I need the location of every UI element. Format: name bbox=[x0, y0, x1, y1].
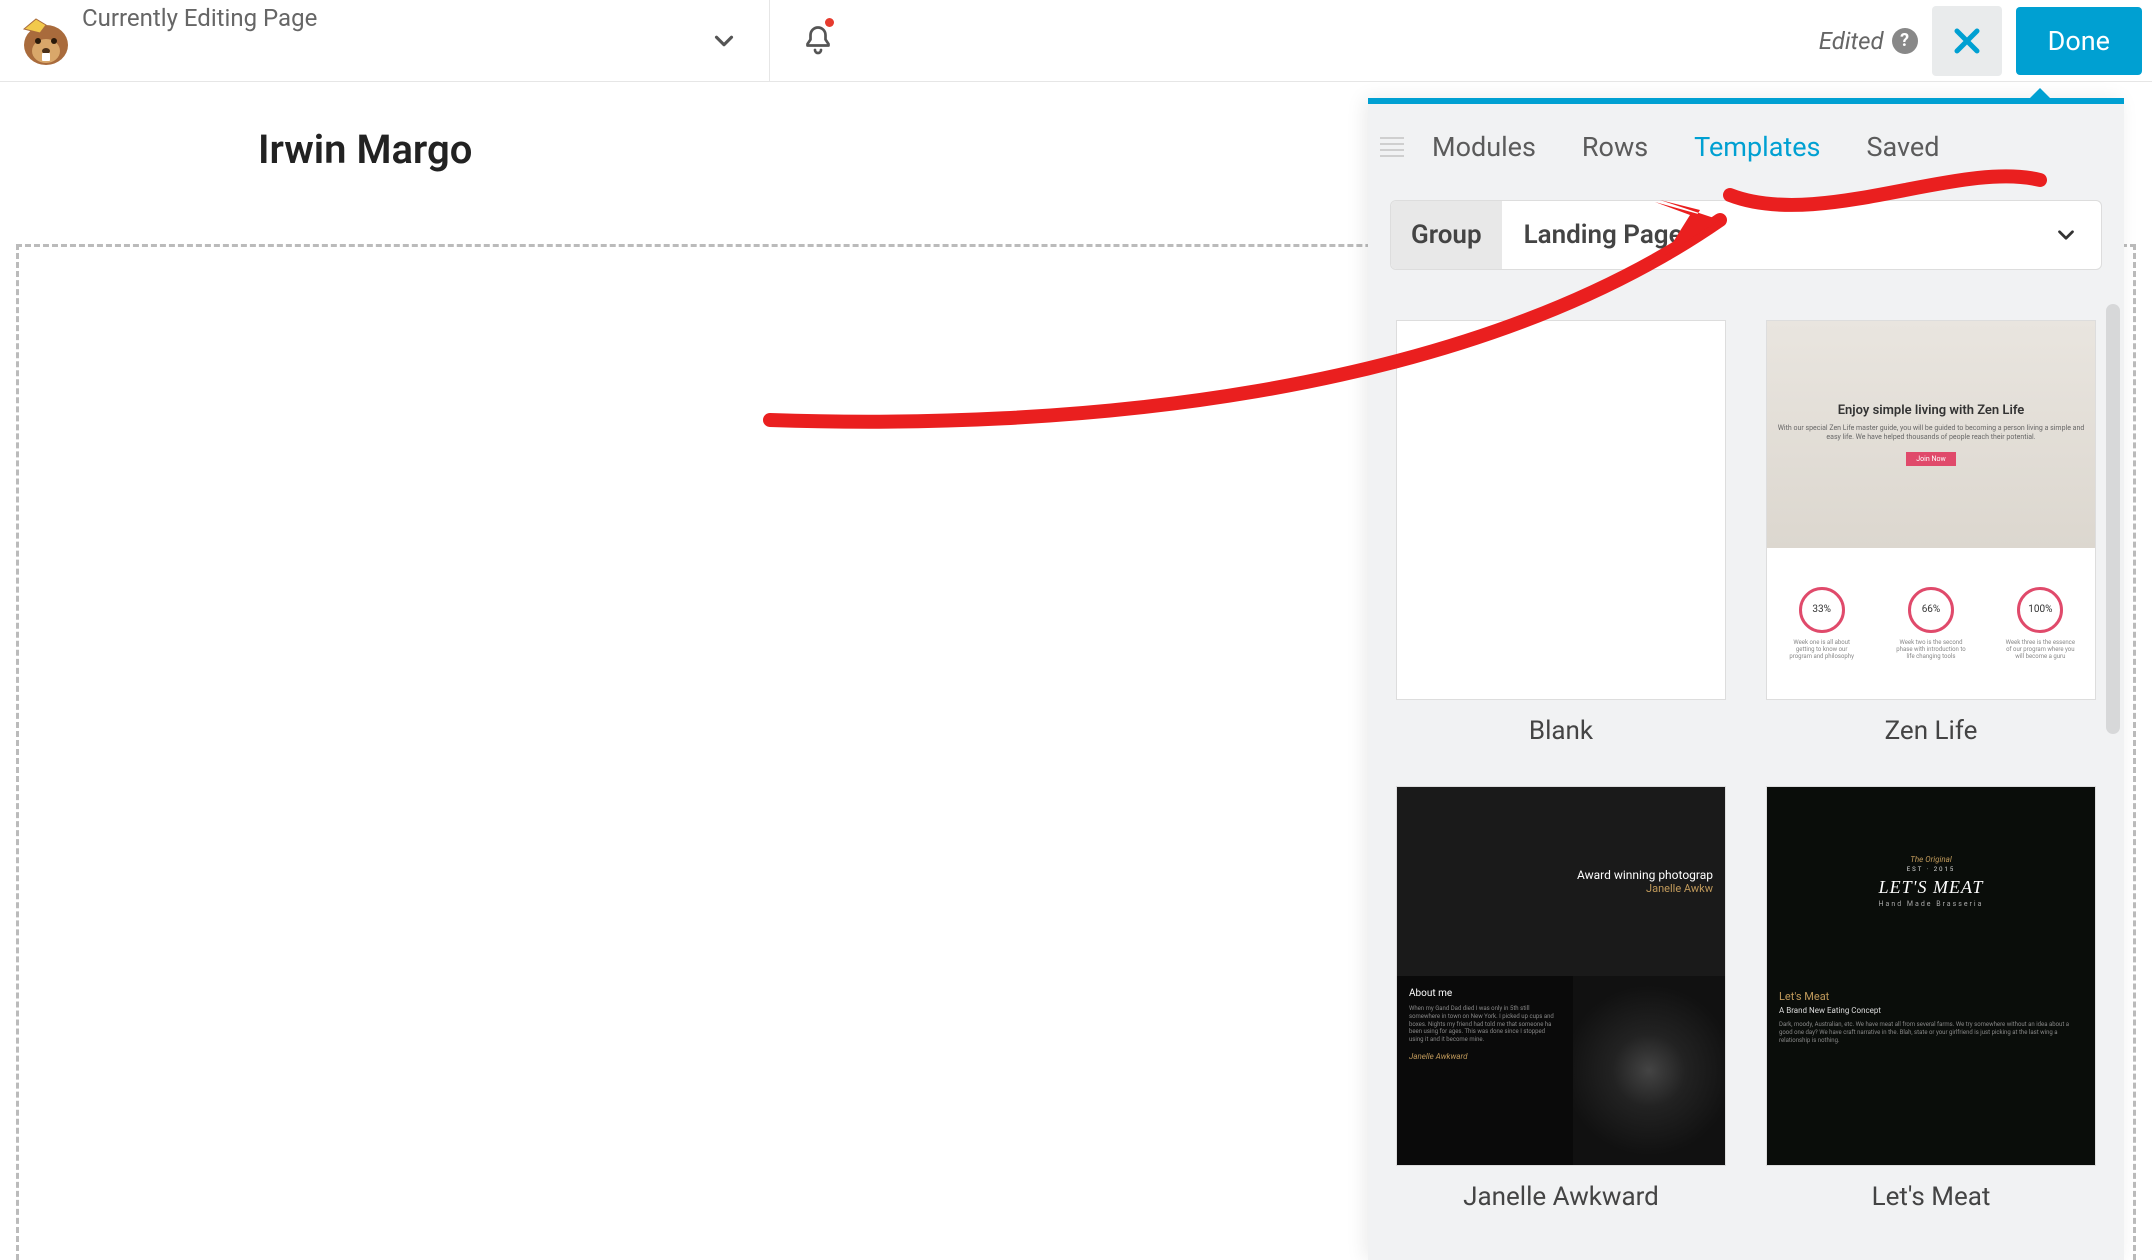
group-label: Group bbox=[1391, 201, 1502, 269]
tab-rows[interactable]: Rows bbox=[1582, 131, 1648, 163]
close-button[interactable] bbox=[1932, 6, 2002, 76]
beaver-logo-icon bbox=[16, 11, 76, 71]
zen-c3: 100% bbox=[2017, 587, 2063, 633]
camera-image-icon bbox=[1573, 976, 1725, 1165]
tab-modules[interactable]: Modules bbox=[1432, 131, 1536, 163]
meat-sub: A Brand New Eating Concept bbox=[1779, 1006, 2083, 1015]
topbar-right: Edited ? Done bbox=[1819, 6, 2142, 76]
template-thumb: The Original EST · 2015 LET'S MEAT Hand … bbox=[1766, 786, 2096, 1166]
templates-grid: Blank Enjoy simple living with Zen Life … bbox=[1396, 320, 2096, 1212]
jan-line1: Award winning photograp bbox=[1577, 868, 1713, 882]
template-name: Zen Life bbox=[1766, 716, 2096, 746]
template-name: Blank bbox=[1396, 716, 1726, 746]
template-thumb bbox=[1396, 320, 1726, 700]
jan-line2: Janelle Awkw bbox=[1646, 882, 1713, 895]
chevron-down-icon bbox=[709, 26, 739, 56]
content-panel: Modules Rows Templates Saved Group Landi… bbox=[1368, 98, 2124, 1260]
template-lets-meat[interactable]: The Original EST · 2015 LET'S MEAT Hand … bbox=[1766, 786, 2096, 1212]
jan-sig: Janelle Awkward bbox=[1409, 1052, 1561, 1061]
tab-templates[interactable]: Templates bbox=[1694, 131, 1820, 163]
zen-t2: Week two is the second phase with introd… bbox=[1896, 639, 1966, 661]
editing-page-label: Currently Editing Page bbox=[82, 4, 317, 32]
template-blank[interactable]: Blank bbox=[1396, 320, 1726, 746]
zen-t3: Week three is the essence of our program… bbox=[2005, 639, 2075, 661]
notifications-button[interactable] bbox=[788, 0, 848, 81]
edited-label: Edited bbox=[1819, 27, 1884, 55]
meat-est: EST · 2015 bbox=[1907, 866, 1955, 873]
zen-c2: 66% bbox=[1908, 587, 1954, 633]
notification-dot-icon bbox=[825, 18, 834, 27]
logo-area: Currently Editing Page bbox=[10, 0, 770, 81]
template-name: Janelle Awkward bbox=[1396, 1182, 1726, 1212]
tab-saved[interactable]: Saved bbox=[1866, 131, 1939, 163]
page-dropdown-toggle[interactable] bbox=[709, 26, 739, 56]
help-icon[interactable]: ? bbox=[1892, 28, 1918, 54]
panel-header: Modules Rows Templates Saved bbox=[1368, 104, 2124, 190]
panel-tabs: Modules Rows Templates Saved bbox=[1432, 131, 1939, 163]
jan-about-title: About me bbox=[1409, 988, 1561, 999]
template-thumb: Enjoy simple living with Zen Life With o… bbox=[1766, 320, 2096, 700]
meat-head: Let's Meat bbox=[1779, 990, 2083, 1003]
chevron-down-icon bbox=[2053, 222, 2079, 248]
meat-text: Dark, moody, Australian, etc. We have me… bbox=[1779, 1021, 2083, 1044]
meat-logo-sub: Hand Made Brasseria bbox=[1879, 900, 1984, 908]
template-group-selector[interactable]: Group Landing Pages bbox=[1390, 200, 2102, 270]
meat-logo: LET'S MEAT bbox=[1879, 877, 1984, 898]
meat-orig: The Original bbox=[1910, 855, 1951, 864]
template-name: Let's Meat bbox=[1766, 1182, 2096, 1212]
zen-sub: With our special Zen Life master guide, … bbox=[1777, 424, 2085, 442]
template-janelle-awkward[interactable]: Award winning photograp Janelle Awkw Abo… bbox=[1396, 786, 1726, 1212]
templates-area: Blank Enjoy simple living with Zen Life … bbox=[1368, 300, 2124, 1260]
panel-pointer-icon bbox=[2026, 88, 2054, 102]
zen-btn: Join Now bbox=[1906, 452, 1955, 466]
zen-c1: 33% bbox=[1799, 587, 1845, 633]
close-icon bbox=[1947, 21, 1987, 61]
template-thumb: Award winning photograp Janelle Awkw Abo… bbox=[1396, 786, 1726, 1166]
jan-about-text: When my Gand Dad died I was only in 5th … bbox=[1409, 1005, 1561, 1044]
bell-icon bbox=[800, 23, 836, 59]
template-zen-life[interactable]: Enjoy simple living with Zen Life With o… bbox=[1766, 320, 2096, 746]
drag-handle-icon[interactable] bbox=[1380, 137, 1404, 157]
topbar: Currently Editing Page Edited ? Done bbox=[0, 0, 2152, 82]
scrollbar[interactable] bbox=[2106, 304, 2120, 734]
edited-status: Edited ? bbox=[1819, 27, 1918, 55]
zen-title: Enjoy simple living with Zen Life bbox=[1838, 403, 2025, 418]
group-value: Landing Pages bbox=[1502, 220, 1696, 250]
done-button[interactable]: Done bbox=[2016, 7, 2142, 75]
zen-t1: Week one is all about getting to know ou… bbox=[1787, 639, 1857, 661]
